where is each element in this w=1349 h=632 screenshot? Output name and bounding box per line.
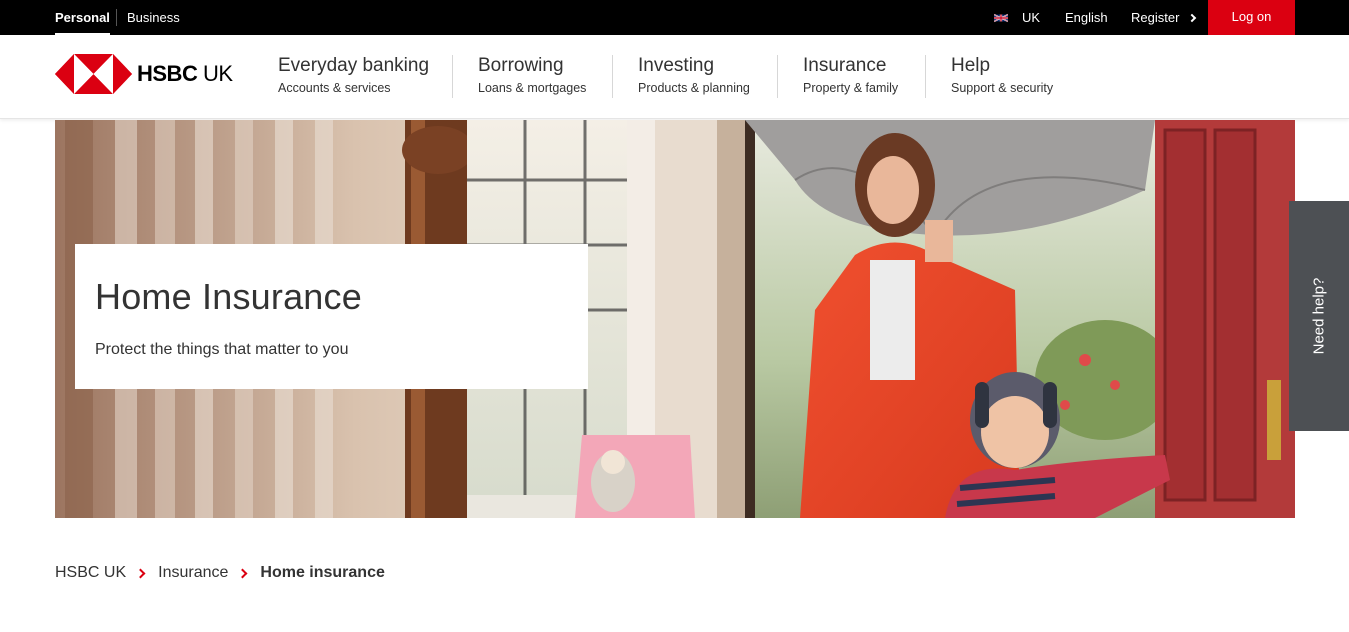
nav-insurance[interactable]: Insurance Property & family [803,54,898,102]
nav-title: Help [951,55,991,76]
nav-help[interactable]: Help Support & security [951,54,1053,102]
logo-wordmark-light: UK [197,61,233,86]
nav-divider [777,55,778,98]
register-label: Register [1131,10,1180,25]
nav-title: Borrowing [478,55,564,76]
hsbc-hexagon-icon [55,54,132,94]
nav-investing[interactable]: Investing Products & planning [638,54,750,102]
chevron-right-icon [135,568,146,578]
uk-flag-icon [994,13,1008,22]
need-help-label: Need help? [1310,277,1328,355]
page-title: Home Insurance [95,276,362,317]
register-link[interactable]: Register [1131,0,1197,35]
segment-business[interactable]: Business [127,0,180,35]
breadcrumb-insurance[interactable]: Insurance [158,564,228,582]
segment-personal[interactable]: Personal [55,0,110,35]
nav-subtitle: Loans & mortgages [478,81,587,95]
main-header: HSBC UK Everyday banking Accounts & serv… [0,35,1349,119]
chevron-right-icon [1188,13,1197,22]
nav-subtitle: Support & security [951,81,1054,95]
hero-subtitle: Protect the things that matter to you [95,341,349,358]
nav-divider [452,55,453,98]
top-bar: Personal Business UK English Register Lo… [0,0,1349,35]
country-label: UK [1022,10,1041,25]
nav-divider [612,55,613,98]
nav-title: Insurance [803,55,887,76]
nav-subtitle: Products & planning [638,81,750,95]
nav-title: Everyday banking [278,55,430,76]
nav-borrowing[interactable]: Borrowing Loans & mortgages [478,54,586,102]
nav-title: Investing [638,55,715,76]
nav-subtitle: Property & family [803,81,899,95]
breadcrumb: HSBC UK Insurance Home insurance [55,564,385,582]
logo-wordmark: HSBC UK [137,61,233,87]
language-selector[interactable]: English [1065,0,1108,35]
need-help-tab[interactable]: Need help? [1289,201,1349,431]
hero-card: Home Insurance Protect the things that m… [75,244,588,389]
country-selector[interactable]: UK [994,0,1040,35]
log-on-button[interactable]: Log on [1208,0,1295,35]
breadcrumb-current: Home insurance [260,564,385,581]
nav-subtitle: Accounts & services [278,81,391,95]
breadcrumb-hsbc-uk[interactable]: HSBC UK [55,564,126,582]
hsbc-logo[interactable]: HSBC UK [55,54,233,94]
logo-wordmark-bold: HSBC [137,61,198,86]
chevron-right-icon [237,568,248,578]
nav-divider [925,55,926,98]
segment-divider [116,9,117,26]
nav-everyday-banking[interactable]: Everyday banking Accounts & services [278,54,429,102]
